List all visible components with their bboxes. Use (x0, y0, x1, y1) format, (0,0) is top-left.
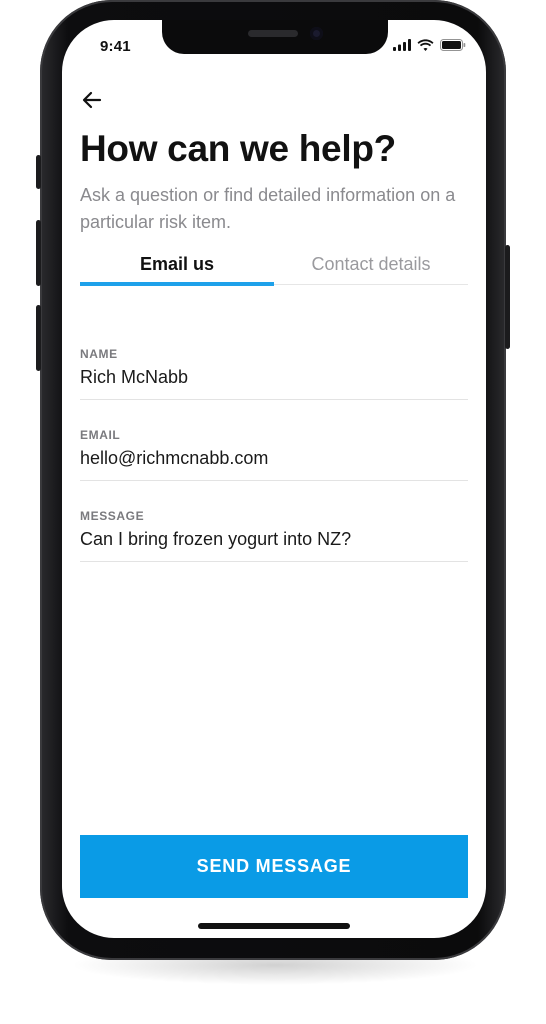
volume-down-button (36, 305, 41, 371)
status-time: 9:41 (100, 38, 131, 55)
notch (162, 20, 388, 54)
tab-email-us[interactable]: Email us (80, 248, 274, 286)
stage: 9:41 How can we help? Ask a question or … (0, 0, 546, 1024)
back-button[interactable] (80, 88, 104, 112)
app-screen: 9:41 How can we help? Ask a question or … (62, 20, 486, 938)
name-field[interactable]: NAME Rich McNabb (80, 341, 468, 400)
page-subtitle: Ask a question or find detailed informat… (80, 185, 456, 232)
email-label: EMAIL (80, 428, 121, 442)
cellular-signal-icon (393, 39, 411, 51)
page-title: How can we help? (80, 128, 396, 169)
silent-switch (36, 155, 41, 189)
message-label: MESSAGE (80, 509, 145, 523)
arrow-left-icon (82, 91, 102, 109)
front-camera (310, 27, 323, 40)
power-button (505, 245, 510, 349)
message-field[interactable]: MESSAGE Can I bring frozen yogurt into N… (80, 503, 468, 562)
email-field[interactable]: EMAIL hello@richmcnabb.com (80, 422, 468, 481)
volume-up-button (36, 220, 41, 286)
email-input[interactable]: hello@richmcnabb.com (80, 448, 268, 469)
message-input[interactable]: Can I bring frozen yogurt into NZ? (80, 529, 351, 550)
tab-bar: Email us Contact details (80, 248, 468, 286)
battery-icon (440, 39, 466, 51)
home-indicator[interactable] (198, 923, 350, 929)
wifi-icon (417, 39, 434, 51)
send-message-button[interactable]: SEND MESSAGE (80, 835, 468, 898)
name-label: NAME (80, 347, 118, 361)
tab-contact-details[interactable]: Contact details (274, 248, 468, 284)
earpiece-speaker (248, 30, 298, 37)
status-icons (393, 39, 466, 51)
name-input[interactable]: Rich McNabb (80, 367, 188, 388)
